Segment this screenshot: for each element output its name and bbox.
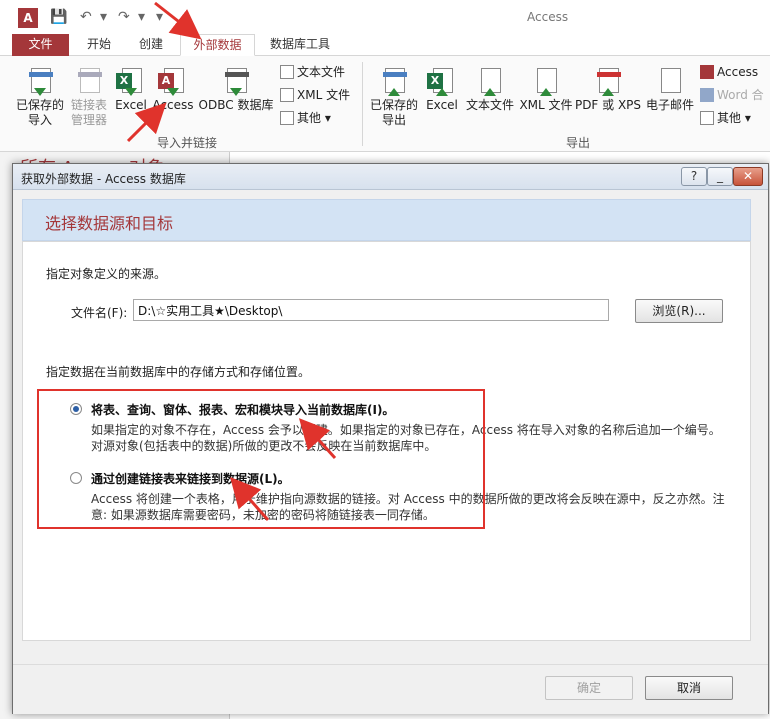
- more-icon: [280, 111, 294, 125]
- tab-file[interactable]: 文件: [12, 34, 69, 56]
- export-email-button[interactable]: 电子邮件: [642, 66, 698, 113]
- xml-file-icon: [280, 88, 294, 102]
- linked-table-manager-button[interactable]: 链接表 管理器: [66, 66, 112, 128]
- annotation-highlight-box: [37, 389, 485, 529]
- access-icon[interactable]: A: [18, 8, 38, 28]
- access-export-icon: [700, 65, 714, 79]
- dialog-footer: 确定 取消: [13, 664, 768, 714]
- import-group-label: 导入并链接: [157, 136, 218, 150]
- undo-dropdown-icon[interactable]: ▾: [100, 7, 107, 27]
- chevron-down-icon: ▾: [324, 111, 331, 125]
- dialog-title: 获取外部数据 - Access 数据库: [21, 172, 186, 186]
- group-divider: [362, 62, 363, 146]
- saved-imports-icon: [25, 66, 55, 96]
- dialog-title-bar[interactable]: 获取外部数据 - Access 数据库 ? _ ✕: [13, 164, 768, 190]
- ok-button[interactable]: 确定: [545, 676, 633, 700]
- undo-icon[interactable]: ↶: [80, 7, 92, 27]
- word-icon: [700, 88, 714, 102]
- chevron-down-icon: ▾: [744, 111, 751, 125]
- import-excel-button[interactable]: X Excel: [112, 66, 150, 113]
- minimize-button[interactable]: _: [707, 167, 733, 186]
- text-file-icon: [475, 66, 505, 96]
- xml-file-icon: [531, 66, 561, 96]
- storage-prompt: 指定数据在当前数据库中的存储方式和存储位置。: [46, 365, 311, 379]
- excel-icon: X: [427, 66, 457, 96]
- access-import-icon: A: [158, 66, 188, 96]
- minimize-icon: _: [717, 169, 723, 183]
- saved-exports-button[interactable]: 已保存的 导出: [366, 66, 422, 128]
- tab-external-data[interactable]: 外部数据: [180, 34, 255, 56]
- dialog-header: 选择数据源和目标: [22, 199, 751, 241]
- export-access-button[interactable]: Access: [700, 64, 758, 80]
- ribbon: 已保存的 导入 链接表 管理器 X Excel A Access ODBC 数据…: [0, 56, 770, 152]
- excel-icon: X: [116, 66, 146, 96]
- save-icon[interactable]: 💾: [50, 7, 67, 27]
- saved-exports-icon: [379, 66, 409, 96]
- import-more-button[interactable]: 其他 ▾: [280, 110, 331, 126]
- tab-create[interactable]: 创建: [130, 34, 172, 56]
- close-button[interactable]: ✕: [733, 167, 763, 186]
- cancel-button[interactable]: 取消: [645, 676, 733, 700]
- tab-home[interactable]: 开始: [78, 34, 120, 56]
- import-access-button[interactable]: A Access: [150, 66, 196, 113]
- text-file-icon: [280, 65, 294, 79]
- dialog-heading: 选择数据源和目标: [45, 214, 174, 233]
- help-button[interactable]: ?: [681, 167, 707, 186]
- tab-database-tools[interactable]: 数据库工具: [262, 34, 338, 56]
- export-word-merge-button[interactable]: Word 合: [700, 87, 764, 103]
- export-pdf-xps-button[interactable]: PDF 或 XPS: [574, 66, 642, 113]
- filename-label: 文件名(F):: [71, 306, 128, 320]
- import-text-file-button[interactable]: 文本文件: [280, 64, 345, 80]
- saved-imports-button[interactable]: 已保存的 导入: [12, 66, 68, 128]
- ribbon-tabs: 文件 开始 创建 外部数据 数据库工具: [0, 34, 770, 56]
- browse-button[interactable]: 浏览(R)...: [635, 299, 723, 323]
- title-bar: A 💾 ↶ ▾ ↷ ▾ ▾ Access: [0, 0, 770, 34]
- filename-input[interactable]: [133, 299, 609, 321]
- linked-table-manager-icon: [74, 66, 104, 96]
- redo-dropdown-icon[interactable]: ▾: [138, 7, 145, 27]
- export-excel-button[interactable]: X Excel: [422, 66, 462, 113]
- odbc-icon: [221, 66, 251, 96]
- more-icon: [700, 111, 714, 125]
- import-xml-file-button[interactable]: XML 文件: [280, 87, 350, 103]
- customize-qat-icon[interactable]: ▾: [156, 7, 163, 27]
- email-attachment-icon: [655, 66, 685, 96]
- window-title: Access: [527, 10, 569, 24]
- pdf-icon: [593, 66, 623, 96]
- source-prompt: 指定对象定义的来源。: [46, 267, 167, 281]
- export-group-label: 导出: [566, 136, 591, 150]
- export-text-file-button[interactable]: 文本文件: [462, 66, 518, 113]
- export-xml-file-button[interactable]: XML 文件: [518, 66, 574, 113]
- import-odbc-button[interactable]: ODBC 数据库: [196, 66, 276, 113]
- redo-icon[interactable]: ↷: [118, 7, 130, 27]
- export-more-button[interactable]: 其他 ▾: [700, 110, 751, 126]
